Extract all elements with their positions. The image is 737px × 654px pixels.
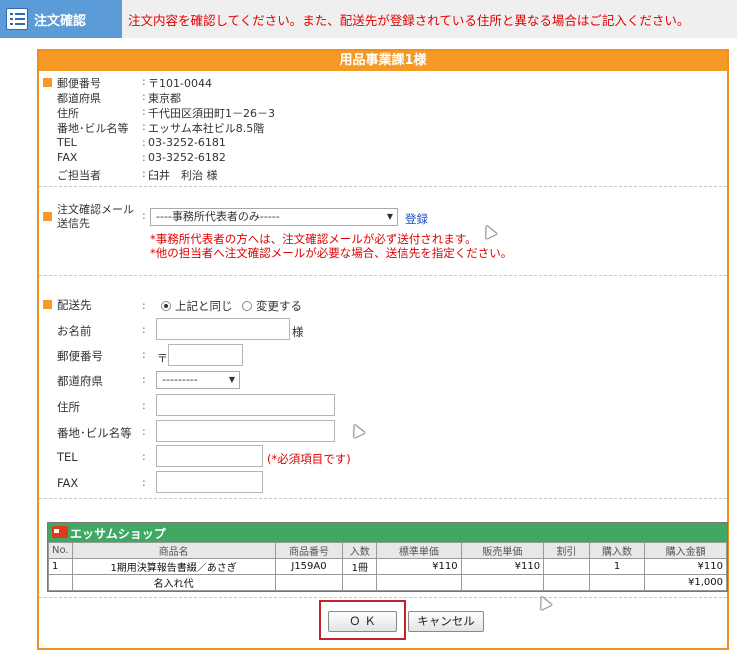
chevron-down-icon: ▼ <box>386 212 393 221</box>
required-note: (*必須項目です) <box>267 452 351 466</box>
cell-count <box>588 574 646 591</box>
cell-discount <box>543 558 590 575</box>
email-note-2: *他の担当者へ注文確認メールが必要な場合、送信先を指定ください。 <box>150 246 513 260</box>
pref-select[interactable]: --------- ▼ <box>156 371 240 389</box>
email-recipient-select[interactable]: ----事務所代表者のみ----- ▼ <box>150 208 398 226</box>
info-value-building: エッサム本社ビル8.5階 <box>148 122 265 135</box>
divider <box>39 186 727 187</box>
section-marker <box>43 300 52 309</box>
customer-title: 用品事業課1様 <box>39 51 727 71</box>
order-confirm-panel: 用品事業課1様 郵便番号 都道府県 住所 番地･ビル名等 TEL FAX ご担当… <box>37 49 729 650</box>
info-value-tel: 03-3252-6181 <box>148 136 226 149</box>
info-label-building: 番地･ビル名等 <box>57 122 129 135</box>
cancel-button[interactable]: キャンセル <box>408 611 484 632</box>
info-label-zip: 郵便番号 <box>57 77 101 90</box>
order-items-table: エッサムショップ No. 商品名 商品番号 入数 標準単価 販売単価 割引 購入… <box>47 522 728 592</box>
info-label-pref: 都道府県 <box>57 92 101 105</box>
divider <box>39 275 727 276</box>
cell-code <box>274 574 344 591</box>
cell-name: 名入れ代 <box>71 574 276 591</box>
name-label: お名前 <box>57 324 92 338</box>
col-header: No. <box>48 542 73 559</box>
pref-label: 都道府県 <box>57 374 103 388</box>
col-header: 商品名 <box>71 542 276 559</box>
info-label-contact: ご担当者 <box>57 169 101 182</box>
cell-count: 1 <box>588 558 646 575</box>
name-input[interactable] <box>156 318 290 340</box>
info-value-pref: 東京都 <box>148 92 181 105</box>
header-title-area: 注文確認 <box>0 0 122 38</box>
info-label-fax: FAX <box>57 151 78 164</box>
register-link[interactable]: 登録 <box>405 211 428 227</box>
col-header: 商品番号 <box>274 542 344 559</box>
table-row: 名入れ代 ¥1,000 <box>48 574 727 591</box>
tel-input[interactable] <box>156 445 263 467</box>
section-marker <box>43 212 52 221</box>
cell-qty-unit: 1冊 <box>342 558 378 575</box>
table-row: 1 1期用決算報告書綴／あさぎ J159A0 1冊 ¥110 ¥110 1 ¥1… <box>48 558 727 575</box>
address-input[interactable] <box>156 394 335 416</box>
col-header: 標準単価 <box>376 542 462 559</box>
fax-label: FAX <box>57 476 79 490</box>
col-header: 割引 <box>543 542 590 559</box>
mouse-cursor-icon <box>349 422 365 438</box>
col-header: 購入数 <box>588 542 646 559</box>
cell-amount: ¥110 <box>644 558 727 575</box>
zip-prefix: 〒 <box>157 352 168 365</box>
fax-input[interactable] <box>156 471 263 493</box>
page-title: 注文確認 <box>34 14 87 29</box>
cell-no <box>48 574 73 591</box>
section-marker <box>43 78 52 87</box>
address-label: 住所 <box>57 400 80 414</box>
shop-header: エッサムショップ <box>48 523 727 542</box>
delivery-change-radio[interactable] <box>242 301 252 311</box>
info-label-address: 住所 <box>57 107 79 120</box>
cell-sale-price: ¥110 <box>460 558 545 575</box>
building-input[interactable] <box>156 420 335 442</box>
header-message: 注文内容を確認してください。また、配送先が登録されている住所と異なる場合はご記入… <box>128 13 690 28</box>
name-suffix: 様 <box>292 325 304 339</box>
delivery-same-radio[interactable] <box>161 301 171 311</box>
zip-label: 郵便番号 <box>57 349 103 363</box>
cell-discount <box>543 574 590 591</box>
list-icon <box>6 8 28 30</box>
col-header: 入数 <box>342 542 378 559</box>
cell-code: J159A0 <box>274 558 344 575</box>
email-label-2: 送信先 <box>57 217 90 230</box>
cell-std-price: ¥110 <box>376 558 462 575</box>
zip-input[interactable] <box>168 344 243 366</box>
chevron-down-icon: ▼ <box>228 375 235 384</box>
page-header: 注文確認 注文内容を確認してください。また、配送先が登録されている住所と異なる場… <box>0 0 737 38</box>
items-table: No. 商品名 商品番号 入数 標準単価 販売単価 割引 購入数 購入金額 1 … <box>48 542 727 591</box>
cell-sale-price <box>460 574 545 591</box>
ok-button[interactable]: Ｏ Ｋ <box>328 611 397 632</box>
info-value-zip: 〒101-0044 <box>148 77 212 90</box>
cell-std-price <box>376 574 462 591</box>
divider <box>39 498 727 499</box>
delivery-label: 配送先 <box>57 298 92 312</box>
mouse-cursor-icon <box>481 223 497 239</box>
delivery-same-label[interactable]: 上記と同じ <box>175 298 233 314</box>
cell-qty-unit <box>342 574 378 591</box>
table-header-row: No. 商品名 商品番号 入数 標準単価 販売単価 割引 購入数 購入金額 <box>48 542 727 559</box>
shop-logo-icon <box>52 526 68 538</box>
cell-name: 1期用決算報告書綴／あさぎ <box>71 558 276 575</box>
tel-label: TEL <box>57 450 78 464</box>
cell-amount: ¥1,000 <box>644 574 727 591</box>
col-header: 購入金額 <box>644 542 727 559</box>
cell-no: 1 <box>48 558 73 575</box>
info-label-tel: TEL <box>57 136 77 149</box>
col-header: 販売単価 <box>460 542 545 559</box>
delivery-change-label[interactable]: 変更する <box>256 298 302 314</box>
divider <box>39 597 727 598</box>
info-value-fax: 03-3252-6182 <box>148 151 226 164</box>
shop-name: エッサムショップ <box>70 527 166 541</box>
info-value-contact: 臼井 利治 様 <box>148 169 218 182</box>
info-value-address: 千代田区須田町1－26－3 <box>148 107 275 120</box>
building-label: 番地･ビル名等 <box>57 426 132 440</box>
